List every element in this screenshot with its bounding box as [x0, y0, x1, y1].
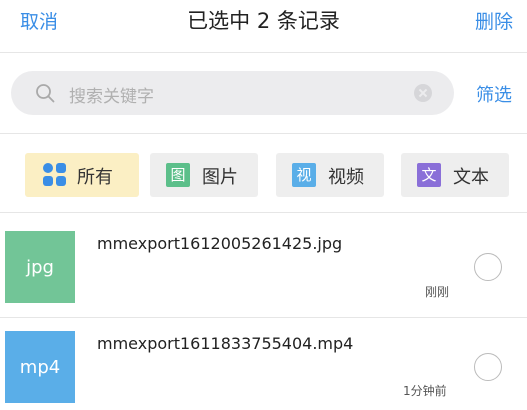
filter-chip-videos[interactable]: 视 视频 — [276, 153, 384, 197]
search-divider — [0, 133, 527, 134]
page-title: 已选中 2 条记录 — [187, 9, 340, 33]
file-time: 1分钟前 — [403, 384, 447, 398]
search-icon — [36, 84, 55, 103]
clear-icon[interactable] — [414, 84, 432, 102]
search-input[interactable]: 搜索关键字 — [11, 71, 454, 115]
filter-chip-label: 图片 — [202, 167, 238, 188]
file-time: 刚刚 — [425, 285, 450, 299]
top-bar: 取消 已选中 2 条记录 删除 — [0, 0, 527, 48]
list-item[interactable]: jpg mmexport1612005261425.jpg 刚刚 — [0, 213, 527, 317]
text-icon: 文 — [417, 163, 441, 187]
filter-chip-label: 所有 — [77, 167, 113, 188]
filter-chip-label: 视频 — [328, 167, 364, 188]
filter-button[interactable]: 筛选 — [476, 81, 512, 107]
list-item[interactable]: mp4 mmexport1611833755404.mp4 1分钟前 — [0, 318, 527, 410]
video-icon: 视 — [292, 163, 316, 187]
filter-chip-all[interactable]: 所有 — [25, 153, 139, 197]
search-placeholder: 搜索关键字 — [69, 87, 154, 107]
header-divider — [0, 52, 527, 53]
file-thumbnail: mp4 — [5, 331, 75, 403]
file-name: mmexport1612005261425.jpg — [97, 234, 343, 253]
filter-chip-label: 文本 — [453, 167, 489, 188]
select-radio[interactable] — [474, 253, 502, 281]
file-thumbnail: jpg — [5, 231, 75, 303]
filter-chip-images[interactable]: 图 图片 — [150, 153, 258, 197]
file-name: mmexport1611833755404.mp4 — [97, 334, 354, 353]
filter-chip-text[interactable]: 文 文本 — [401, 153, 509, 197]
delete-button[interactable]: 删除 — [475, 7, 513, 34]
grid-icon — [43, 163, 67, 187]
image-icon: 图 — [166, 163, 190, 187]
select-radio[interactable] — [474, 353, 502, 381]
